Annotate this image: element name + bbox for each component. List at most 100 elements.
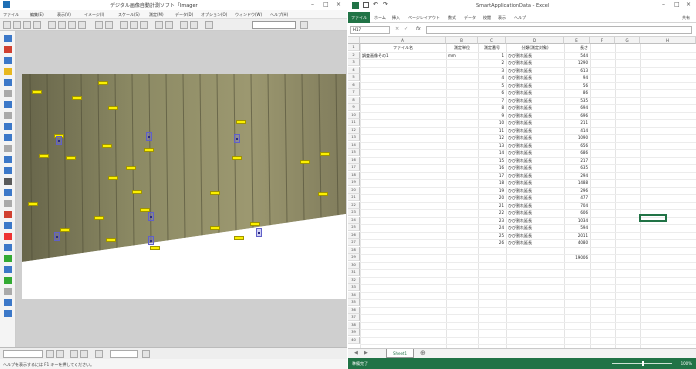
row-header[interactable]: 32 — [348, 276, 360, 284]
share-button[interactable]: 共有 — [682, 15, 690, 21]
length-cell[interactable]: 635 — [566, 164, 588, 171]
formula-input[interactable] — [426, 26, 692, 34]
number-cell[interactable]: 19 — [480, 187, 504, 194]
copy-icon[interactable] — [58, 21, 66, 29]
undo-icon[interactable]: ↶ — [373, 1, 378, 8]
tool-icon[interactable] — [4, 244, 12, 251]
tool-icon[interactable] — [4, 255, 12, 262]
tool-icon[interactable] — [4, 101, 12, 108]
tool-icon[interactable] — [4, 200, 12, 207]
category-cell[interactable]: ひび割れ延長 — [508, 232, 562, 239]
row-header[interactable]: 4 — [348, 66, 360, 74]
row-header[interactable]: 16 — [348, 156, 360, 164]
fill-select[interactable] — [110, 350, 138, 358]
crack-label[interactable] — [98, 81, 108, 85]
row-header[interactable]: 29 — [348, 254, 360, 261]
crack-label[interactable] — [210, 226, 220, 230]
col-header-d[interactable]: D — [506, 37, 564, 44]
category-cell[interactable]: ひび割れ延長 — [508, 164, 562, 171]
crack-label[interactable] — [132, 190, 142, 194]
crack-label[interactable] — [102, 144, 112, 148]
maximize-icon[interactable]: □ — [674, 1, 680, 8]
category-cell[interactable]: ひび割れ延長 — [508, 194, 562, 201]
menu-help[interactable]: ヘルプ(H) — [270, 12, 288, 18]
row-header[interactable]: 2 — [348, 51, 360, 59]
font-icon[interactable] — [70, 350, 78, 358]
crack-label[interactable] — [106, 238, 116, 242]
tool-icon[interactable] — [4, 211, 12, 218]
length-cell[interactable]: 544 — [566, 52, 588, 59]
number-cell[interactable]: 3 — [480, 67, 504, 74]
col-header-f[interactable]: F — [590, 37, 615, 44]
category-cell[interactable]: ひび割れ延長 — [508, 97, 562, 104]
row-header[interactable]: 21 — [348, 194, 360, 201]
number-cell[interactable]: 16 — [480, 164, 504, 171]
length-cell[interactable]: 696 — [566, 112, 588, 119]
row-header[interactable]: 36 — [348, 306, 360, 314]
category-cell[interactable]: ひび割れ延長 — [508, 59, 562, 66]
category-cell[interactable]: ひび割れ延長 — [508, 119, 562, 126]
number-cell[interactable]: 18 — [480, 179, 504, 186]
rotate-icon[interactable] — [105, 21, 113, 29]
row-header[interactable]: 11 — [348, 119, 360, 126]
number-cell[interactable]: 26 — [480, 239, 504, 246]
length-cell[interactable]: 686 — [566, 149, 588, 156]
tool-icon[interactable] — [4, 178, 12, 185]
enter-icon[interactable]: ✓ — [404, 26, 408, 32]
category-cell[interactable]: ひび割れ延長 — [508, 149, 562, 156]
new-icon[interactable] — [3, 21, 11, 29]
measurement-marker[interactable] — [234, 134, 240, 143]
length-cell[interactable]: 606 — [566, 209, 588, 216]
arrow-icon[interactable] — [142, 350, 150, 358]
crack-label[interactable] — [300, 160, 310, 164]
minimize-icon[interactable]: – — [662, 1, 665, 8]
tool-icon[interactable] — [4, 266, 12, 273]
col-header-a[interactable]: A — [360, 37, 446, 44]
tab-formulas[interactable]: 数式 — [448, 15, 456, 21]
number-cell[interactable]: 7 — [480, 97, 504, 104]
tab-home[interactable]: ホーム — [374, 15, 386, 21]
tool-icon[interactable] — [4, 79, 12, 86]
number-cell[interactable]: 21 — [480, 202, 504, 209]
print-icon[interactable] — [33, 21, 41, 29]
row-header[interactable]: 40 — [348, 336, 360, 344]
header-cell[interactable]: 分類(測定対象) — [508, 44, 562, 51]
layer-icon[interactable] — [95, 350, 103, 358]
crack-label[interactable] — [108, 176, 118, 180]
color-icon[interactable] — [46, 350, 54, 358]
length-cell[interactable]: 94 — [566, 74, 588, 81]
prev-sheet-icon[interactable]: ◀ — [354, 350, 358, 356]
row-header[interactable]: 13 — [348, 134, 360, 141]
number-cell[interactable]: 22 — [480, 209, 504, 216]
width-icon[interactable] — [56, 350, 64, 358]
category-cell[interactable]: ひび割れ延長 — [508, 89, 562, 96]
crack-label[interactable] — [39, 154, 49, 158]
menu-view[interactable]: 表示(V) — [57, 12, 71, 18]
crack-label[interactable] — [32, 90, 42, 94]
number-cell[interactable]: 15 — [480, 157, 504, 164]
fx-icon[interactable]: fx — [416, 26, 421, 32]
menu-edit[interactable]: 編集(E) — [30, 12, 44, 18]
crack-label[interactable] — [28, 202, 38, 206]
tool-icon[interactable] — [4, 189, 12, 196]
category-cell[interactable]: ひび割れ延長 — [508, 52, 562, 59]
concrete-wall-photo[interactable] — [22, 74, 346, 299]
close-icon[interactable]: × — [686, 1, 691, 8]
menu-window[interactable]: ウィンドウ(W) — [235, 12, 262, 18]
tab-file[interactable]: ファイル — [348, 12, 370, 23]
tool-icon[interactable] — [4, 277, 12, 284]
category-cell[interactable]: ひび割れ延長 — [508, 127, 562, 134]
number-cell[interactable]: 25 — [480, 232, 504, 239]
tool-icon[interactable] — [4, 167, 12, 174]
crack-label[interactable] — [126, 166, 136, 170]
undo-icon[interactable] — [78, 21, 86, 29]
dropdown-icon[interactable] — [300, 21, 308, 29]
number-cell[interactable]: 14 — [480, 149, 504, 156]
category-cell[interactable]: ひび割れ延長 — [508, 172, 562, 179]
length-cell[interactable]: 1034 — [566, 217, 588, 224]
add-sheet-icon[interactable]: ⊕ — [420, 349, 426, 357]
category-cell[interactable]: ひび割れ延長 — [508, 157, 562, 164]
tab-data[interactable]: データ — [464, 15, 476, 21]
col-header-b[interactable]: B — [446, 37, 478, 44]
length-cell[interactable]: 2011 — [566, 232, 588, 239]
